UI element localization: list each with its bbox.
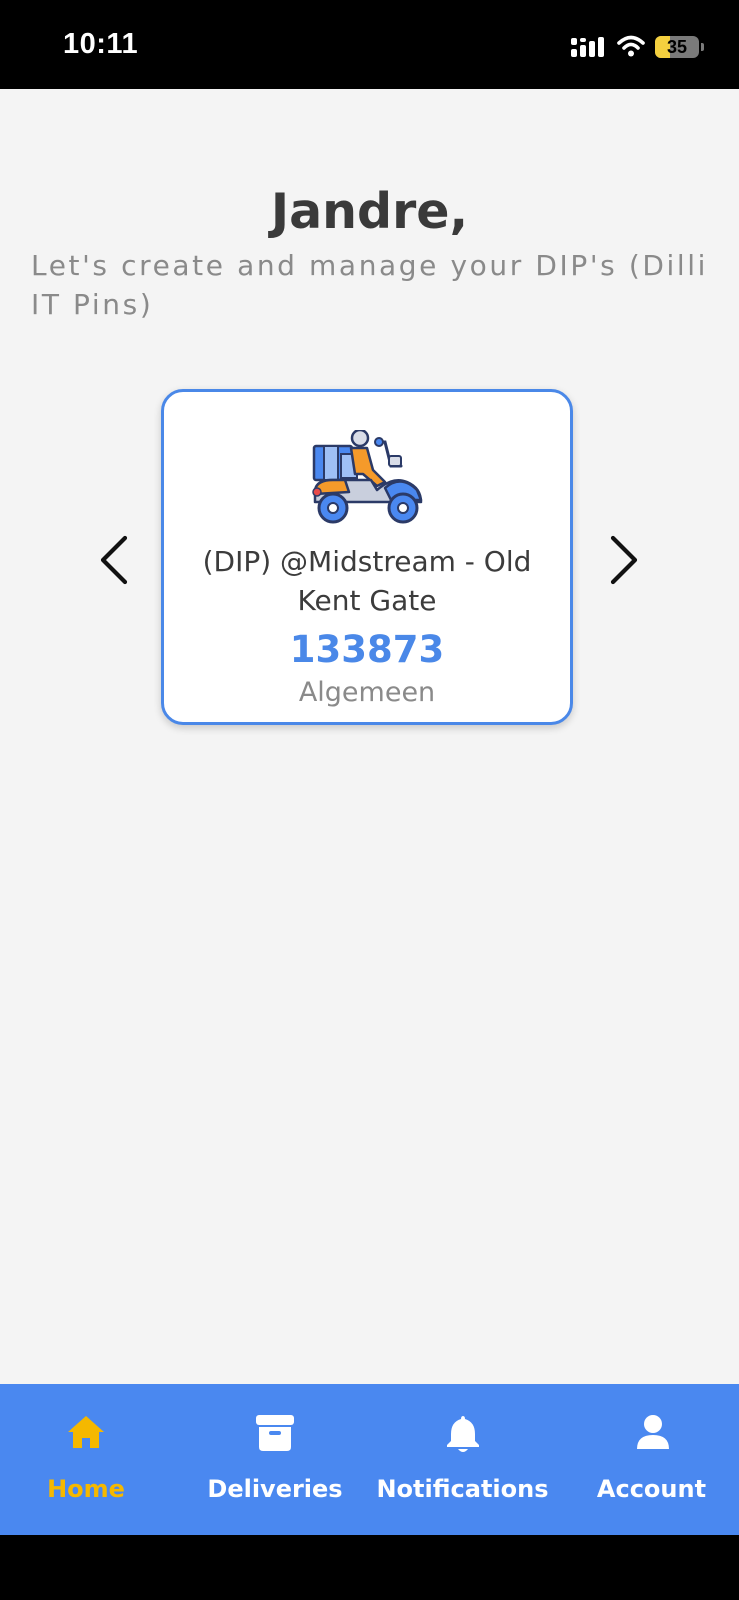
battery-cap <box>701 43 704 51</box>
status-time: 10:11 <box>63 28 139 60</box>
nav-item-home[interactable]: Home <box>0 1384 172 1535</box>
nav-label-notifications: Notifications <box>376 1475 549 1503</box>
dip-card-pin: 133873 <box>289 628 445 671</box>
dip-card-title: (DIP) @Midstream - Old Kent Gate <box>202 545 532 617</box>
battery-icon: 35 <box>655 36 699 58</box>
chevron-right-icon[interactable] <box>603 532 643 588</box>
battery-percent: 35 <box>666 37 688 57</box>
archive-box-icon <box>256 1415 294 1451</box>
user-icon <box>637 1415 669 1449</box>
nav-label-account: Account <box>596 1475 707 1503</box>
nav-item-deliveries[interactable]: Deliveries <box>205 1384 345 1535</box>
signal-icon <box>571 36 604 62</box>
greeting-subtitle: Let's create and manage your DIP's (Dill… <box>31 249 709 321</box>
chevron-left-icon[interactable] <box>95 532 135 588</box>
delivery-scooter-icon <box>311 428 425 530</box>
bell-icon <box>447 1416 479 1452</box>
nav-label-home: Home <box>47 1475 125 1503</box>
nav-item-notifications[interactable]: Notifications <box>375 1384 550 1535</box>
nav-label-deliveries: Deliveries <box>207 1475 343 1503</box>
dip-card-category: Algemeen <box>298 677 436 708</box>
status-bar: 10:11 35 <box>0 0 739 89</box>
dip-card[interactable]: (DIP) @Midstream - Old Kent Gate 133873 … <box>161 389 573 725</box>
bottom-nav: Home Deliveries Notifications Account <box>0 1384 739 1535</box>
greeting-title: Jandre, <box>270 183 469 240</box>
nav-item-account[interactable]: Account <box>585 1384 718 1535</box>
home-icon <box>68 1416 104 1448</box>
bottom-safe-area <box>0 1535 739 1600</box>
wifi-icon <box>617 34 645 62</box>
